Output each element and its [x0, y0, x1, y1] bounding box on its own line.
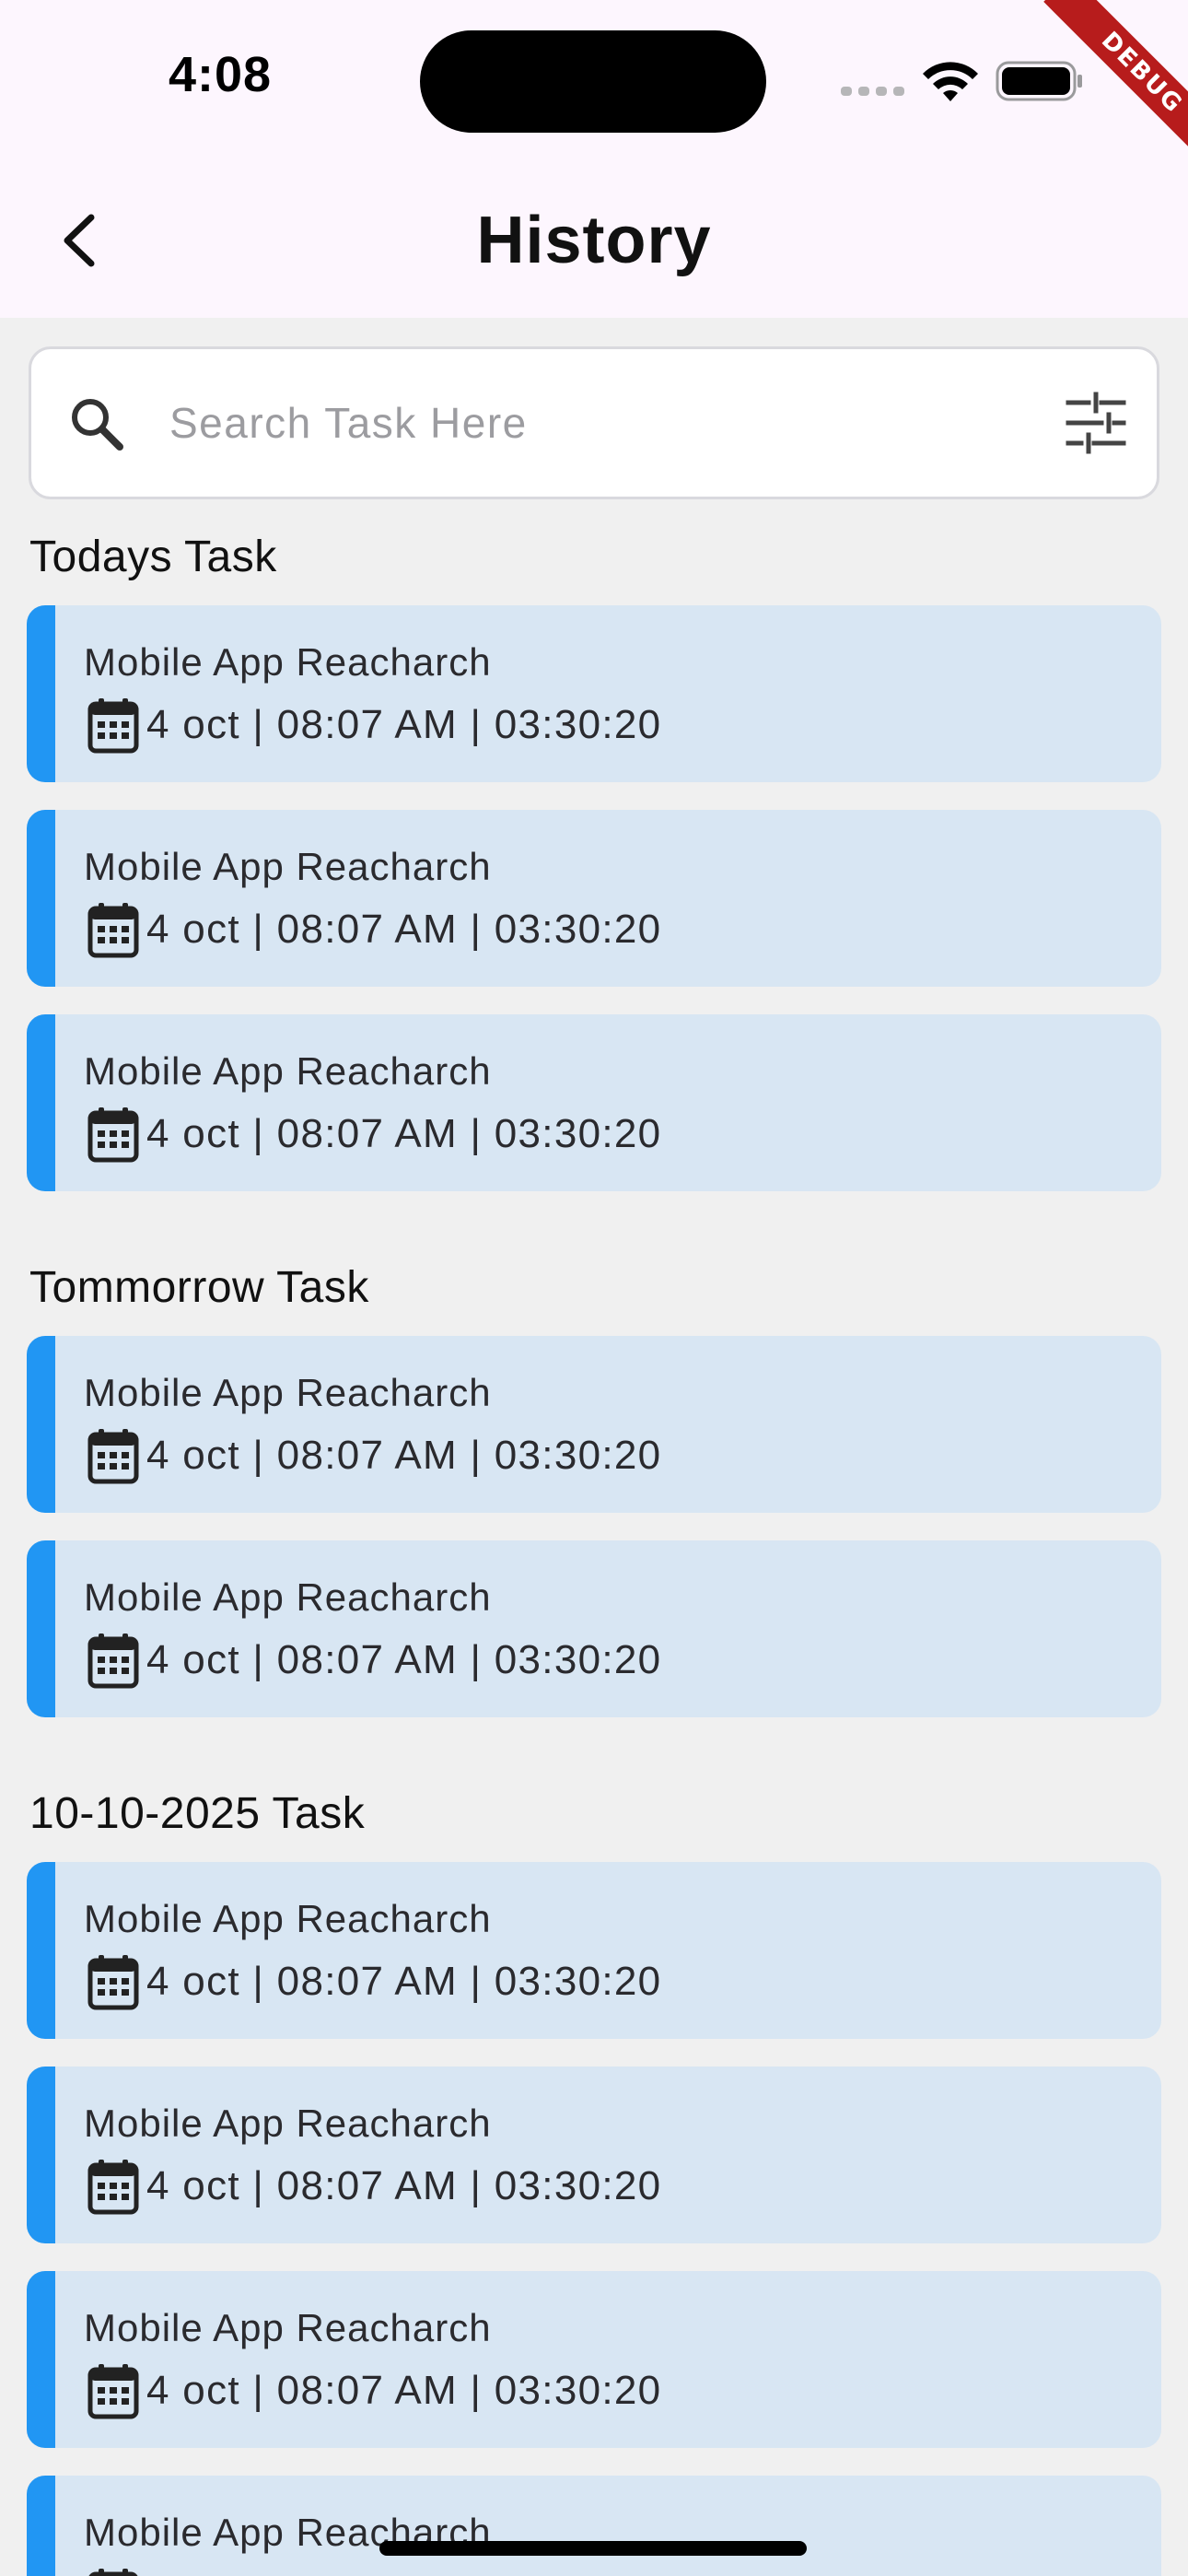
task-meta: 4 oct | 08:07 AM | 03:30:20 — [87, 1952, 661, 2011]
task-accent-bar — [27, 810, 55, 987]
task-meta: 4 oct | 08:07 AM | 03:30:20 — [87, 696, 661, 755]
task-accent-bar — [27, 2476, 55, 2576]
status-bar: 4:08 DEBUG — [0, 0, 1188, 171]
debug-label: DEBUG — [1043, 0, 1188, 171]
task-title: Mobile App Reacharch — [84, 1575, 492, 1619]
task-meta: 4 oct | 08:07 AM | 03:30:20 — [87, 1105, 661, 1164]
task-meta-text: 4 oct | 08:07 AM | 03:30:20 — [146, 1637, 662, 1682]
task-card[interactable]: Mobile App Reacharch 4 oct | 08:07 AM | … — [27, 2271, 1161, 2448]
task-meta-text: 4 oct | 08:07 AM | 03:30:20 — [146, 1433, 662, 1478]
task-meta: 4 oct | 08:07 AM | 03:30:20 — [87, 1426, 661, 1485]
top-area: 4:08 DEBUG History — [0, 0, 1188, 318]
task-meta-text: 4 oct | 08:07 AM | 03:30:20 — [146, 1111, 662, 1156]
task-card[interactable]: Mobile App Reacharch 4 oct | 08:07 AM | … — [27, 1862, 1161, 2039]
section-title: Tommorrow Task — [29, 1263, 369, 1312]
task-accent-bar — [27, 1540, 55, 1717]
calendar-icon — [87, 903, 139, 958]
task-title: Mobile App Reacharch — [84, 845, 492, 888]
task-meta: 4 oct | 08:07 AM | 03:30:20 — [87, 1631, 661, 1690]
section-title: 10-10-2025 Task — [29, 1789, 366, 1838]
calendar-icon — [88, 2569, 138, 2576]
task-title: Mobile App Reacharch — [84, 640, 492, 684]
task-meta-text: 4 oct | 08:07 AM | 03:30:20 — [146, 907, 662, 952]
task-card[interactable]: Mobile App Reacharch 4 oct | 08:07 AM | … — [27, 2067, 1161, 2243]
calendar-icon — [87, 1107, 139, 1163]
task-accent-bar — [27, 2271, 55, 2448]
task-meta: 4 oct | 08:07 AM | 03:30:20 — [87, 2361, 661, 2420]
task-accent-bar — [27, 1862, 55, 2039]
task-list: Todays Task Mobile App Reacharch 4 oct | … — [0, 525, 1188, 2576]
task-card[interactable]: Mobile App Reacharch 4 oct | 08:07 AM | … — [27, 605, 1161, 782]
home-indicator — [379, 2541, 807, 2556]
page-title: History — [476, 204, 712, 277]
app-bar: History — [0, 175, 1188, 304]
dynamic-island — [420, 30, 766, 133]
task-title: Mobile App Reacharch — [84, 2306, 492, 2349]
task-accent-bar — [27, 1014, 55, 1191]
debug-banner: DEBUG — [1004, 0, 1188, 184]
calendar-icon — [87, 1633, 139, 1689]
task-card[interactable]: Mobile App Reacharch 4 oct | 08:07 AM | … — [27, 2476, 1161, 2576]
task-meta-text: 4 oct | 08:07 AM | 03:30:20 — [146, 2163, 662, 2208]
task-meta-text: 4 oct | 08:07 AM | 03:30:20 — [146, 702, 662, 747]
task-title: Mobile App Reacharch — [84, 1371, 492, 1414]
task-title: Mobile App Reacharch — [84, 1049, 492, 1093]
task-meta: 4 oct | 08:07 AM | 03:30:20 — [87, 900, 661, 959]
calendar-icon — [87, 2364, 139, 2419]
task-meta: 4 oct | 08:07 AM | 03:30:20 — [87, 2566, 661, 2576]
calendar-icon — [87, 1955, 139, 2010]
history-screen: 4:08 DEBUG History Search Task Here Toda… — [0, 0, 1188, 2576]
task-meta-text: 4 oct | 08:07 AM | 03:30:20 — [146, 2572, 661, 2576]
task-accent-bar — [27, 605, 55, 782]
task-accent-bar — [27, 2067, 55, 2243]
cellular-signal-icon — [841, 87, 905, 96]
task-card[interactable]: Mobile App Reacharch 4 oct | 08:07 AM | … — [27, 1336, 1161, 1513]
task-meta-text: 4 oct | 08:07 AM | 03:30:20 — [146, 1959, 662, 2004]
task-card[interactable]: Mobile App Reacharch 4 oct | 08:07 AM | … — [27, 810, 1161, 987]
task-title: Mobile App Reacharch — [84, 2102, 492, 2145]
search-icon — [72, 399, 123, 451]
task-accent-bar — [27, 1336, 55, 1513]
wifi-icon — [923, 62, 978, 101]
task-meta: 4 oct | 08:07 AM | 03:30:20 — [87, 2157, 661, 2216]
calendar-icon — [87, 2160, 139, 2215]
calendar-icon — [87, 698, 139, 754]
task-card[interactable]: Mobile App Reacharch 4 oct | 08:07 AM | … — [27, 1540, 1161, 1717]
search-bar — [29, 346, 1159, 499]
status-time: 4:08 — [169, 47, 273, 102]
search-input[interactable] — [169, 377, 1044, 469]
task-title: Mobile App Reacharch — [84, 1897, 492, 1940]
section-title: Todays Task — [29, 533, 277, 581]
task-meta-text: 4 oct | 08:07 AM | 03:30:20 — [146, 2368, 662, 2413]
task-card[interactable]: Mobile App Reacharch 4 oct | 08:07 AM | … — [27, 1014, 1161, 1191]
tune-icon[interactable] — [1063, 390, 1129, 456]
calendar-icon — [87, 1429, 139, 1484]
